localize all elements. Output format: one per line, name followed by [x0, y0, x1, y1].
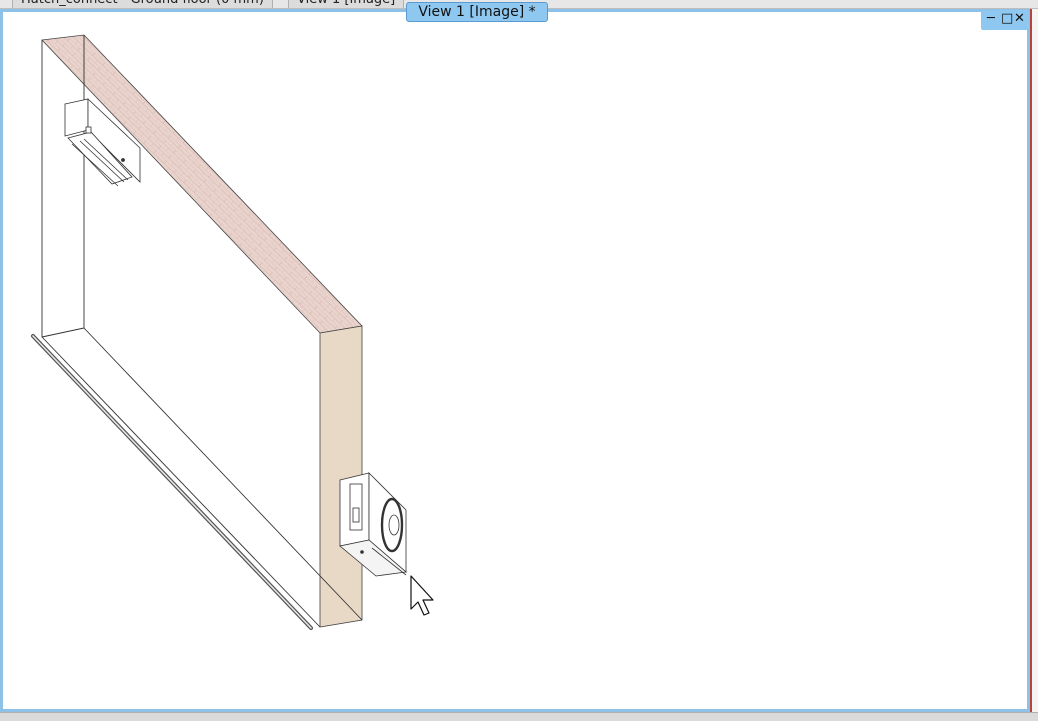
- wall-top-face: [41, 34, 363, 334]
- 3d-viewport[interactable]: [0, 0, 1030, 712]
- mouse-cursor: [410, 575, 434, 616]
- wall-bottom-edge: [41, 327, 85, 338]
- floor-rail[interactable]: [31, 334, 313, 630]
- right-panel-edge: [1030, 9, 1038, 712]
